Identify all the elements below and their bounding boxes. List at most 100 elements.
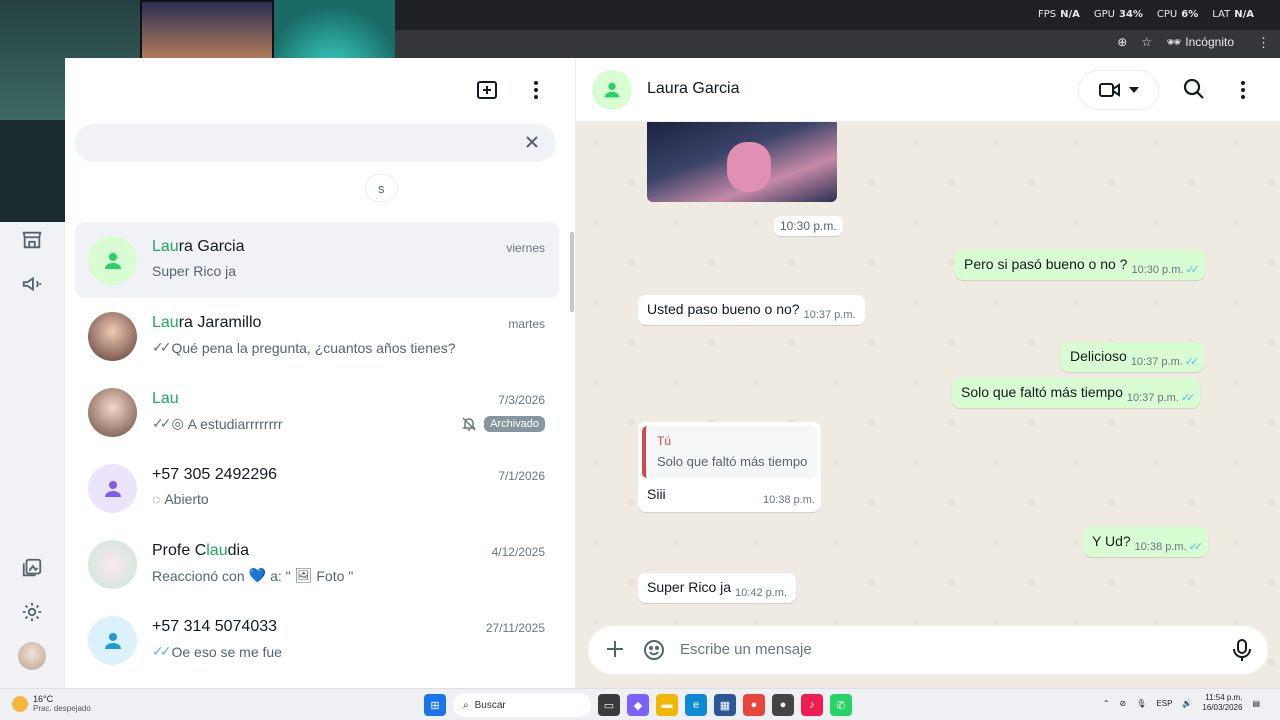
tiktok-icon[interactable]: ♪ bbox=[801, 694, 823, 716]
message-composer[interactable]: Escribe un mensaje bbox=[588, 626, 1268, 674]
person-icon bbox=[104, 632, 121, 649]
status-icon: ◎ bbox=[171, 415, 184, 431]
taskbar-search[interactable]: ⌕ Buscar bbox=[453, 693, 591, 717]
image-icon: 🖼 bbox=[294, 567, 313, 583]
video-camera-icon bbox=[1098, 83, 1120, 97]
profile-avatar[interactable] bbox=[18, 642, 46, 670]
browser-menu-icon[interactable]: ⋮ bbox=[1257, 35, 1270, 51]
bookmark-star-icon[interactable]: ☆ bbox=[1141, 35, 1152, 49]
notification-icon[interactable]: ▤ bbox=[1252, 699, 1260, 708]
chat-item-profe-claudia[interactable]: Profe Claudia 4/12/2025 Reaccionó con 💙 … bbox=[75, 526, 559, 602]
quoted-message[interactable]: Tú Solo que faltó más tiempo bbox=[642, 426, 817, 478]
conversation-header[interactable]: Laura Garcia bbox=[576, 58, 1280, 122]
chrome-icon[interactable]: ● bbox=[743, 694, 765, 716]
chat-item-phone-3145074033[interactable]: +57 314 5074033 27/11/2025 ✓✓ Oe eso se m… bbox=[75, 602, 559, 678]
message-time: 10:38 p.m. bbox=[763, 494, 815, 506]
filter-chip-label: s bbox=[378, 180, 385, 196]
avatar bbox=[88, 464, 137, 513]
task-view-icon[interactable]: ▭ bbox=[598, 694, 620, 716]
chevron-up-icon[interactable]: ⌃ bbox=[1103, 699, 1110, 708]
fps-value: N/A bbox=[1060, 9, 1080, 20]
edge-icon[interactable]: e bbox=[685, 694, 707, 716]
message-bubble[interactable]: Usted paso bueno o no? 10:37 p.m. bbox=[638, 295, 865, 325]
message-time: 10:30 p.m. bbox=[1131, 264, 1184, 276]
name-rest: ra Garcia bbox=[178, 238, 245, 255]
contact-avatar[interactable] bbox=[592, 70, 632, 110]
chat-list-scrollbar[interactable] bbox=[570, 232, 574, 312]
video-call-button[interactable] bbox=[1078, 70, 1159, 110]
microphone-icon[interactable] bbox=[1232, 638, 1252, 667]
message-bubble[interactable]: Delicioso 10:37 p.m. ✓✓ bbox=[1061, 342, 1205, 372]
volume-icon[interactable]: 🔊 bbox=[1182, 699, 1192, 708]
message-text: Super Rico ja bbox=[647, 579, 732, 595]
channels-store-icon[interactable] bbox=[20, 228, 44, 252]
message-bubble[interactable]: Pero si pasó bueno o no ? 10:30 p.m. ✓✓ bbox=[955, 250, 1205, 280]
message-bubble[interactable]: Y Ud? 10:38 p.m. ✓✓ bbox=[1083, 527, 1209, 557]
clock[interactable]: 11:54 p.m. 16/03/2026 bbox=[1202, 693, 1242, 713]
weather-widget[interactable]: 16°C Prac. despejado bbox=[12, 694, 91, 713]
chat-preview: Super Rico ja bbox=[152, 263, 236, 279]
chat-item-laura-garcia[interactable]: Laura Garcia viernes Super Rico ja bbox=[75, 222, 559, 298]
chat-preview: ✓✓ Qué pena la pregunta, ¿cuantos años ti… bbox=[152, 339, 456, 356]
megaphone-icon[interactable] bbox=[20, 272, 44, 296]
windows-start-icon[interactable]: ⊞ bbox=[424, 694, 446, 716]
store-icon[interactable]: ▦ bbox=[714, 694, 736, 716]
name-rest: ra Jaramillo bbox=[178, 314, 262, 331]
person-icon bbox=[104, 480, 121, 497]
filter-chip[interactable]: s bbox=[365, 174, 398, 202]
search-icon[interactable] bbox=[1183, 78, 1205, 105]
name-rest: +57 314 5074033 bbox=[152, 618, 278, 635]
message-time: 10:38 p.m. bbox=[1134, 541, 1187, 553]
message-text: Delicioso bbox=[1070, 348, 1127, 364]
muted-bell-icon bbox=[461, 416, 477, 437]
menu-dots-icon[interactable] bbox=[526, 78, 546, 107]
search-input[interactable] bbox=[75, 124, 556, 162]
chat-item-lau[interactable]: Lau 7/3/2026 ✓✓ ◎ A estudiarrrrrrrr Archiv… bbox=[75, 374, 559, 450]
sticker-emoji-icon[interactable] bbox=[642, 638, 666, 667]
archived-badge: Archivado bbox=[484, 416, 545, 432]
zoom-icon[interactable]: ⊕ bbox=[1117, 35, 1127, 49]
taskbar-apps: ⊞ ⌕ Buscar ▭ ◆ ▬ e ▦ ● ● ♪ ✆ bbox=[424, 693, 852, 717]
sunny-icon bbox=[12, 695, 28, 712]
message-time: 10:42 p.m. bbox=[735, 587, 788, 599]
message-text: Y Ud? bbox=[1092, 533, 1131, 549]
network-icon[interactable]: ⊘ bbox=[1120, 699, 1127, 708]
avatar bbox=[88, 236, 137, 285]
copilot-icon[interactable]: ◆ bbox=[627, 694, 649, 716]
file-explorer-icon[interactable]: ▬ bbox=[656, 694, 678, 716]
chat-preview: ✓✓ ◎ A estudiarrrrrrrr bbox=[152, 415, 283, 432]
message-input[interactable]: Escribe un mensaje bbox=[680, 641, 812, 658]
chat-name: Profe Claudia bbox=[152, 542, 249, 560]
chat-time: 27/11/2025 bbox=[485, 621, 545, 635]
incognito-indicator[interactable]: 🕶 Incógnito bbox=[1166, 35, 1234, 49]
media-gallery-icon[interactable] bbox=[20, 556, 44, 580]
whatsapp-icon[interactable]: ✆ bbox=[830, 694, 852, 716]
settings-gear-icon[interactable] bbox=[20, 600, 44, 624]
chevron-down-icon bbox=[1128, 87, 1139, 93]
microphone-tray-icon[interactable]: 🎙 bbox=[1136, 699, 1146, 708]
attach-plus-icon[interactable] bbox=[604, 638, 626, 665]
chrome-incognito-icon[interactable]: ● bbox=[772, 694, 794, 716]
chat-time: 4/12/2025 bbox=[491, 545, 545, 559]
preview-text-mid: a: " bbox=[270, 567, 291, 584]
menu-dots-icon[interactable] bbox=[1233, 78, 1253, 107]
reply-message[interactable]: Tú Solo que faltó más tiempo Siii 10:38 … bbox=[638, 422, 821, 512]
chat-time: viernes bbox=[506, 241, 545, 255]
close-icon[interactable] bbox=[524, 134, 540, 155]
language-indicator[interactable]: ESP bbox=[1156, 699, 1172, 708]
double-check-blue-icon: ✓✓ bbox=[152, 643, 172, 659]
preview-text: Oe eso se me fue bbox=[171, 643, 282, 660]
chat-name: Lau bbox=[152, 390, 179, 408]
contact-name[interactable]: Laura Garcia bbox=[647, 80, 740, 98]
message-bubble[interactable]: Super Rico ja 10:42 p.m. bbox=[638, 573, 797, 603]
loading-circle-icon: ◌ bbox=[152, 491, 161, 507]
message-bubble[interactable]: Solo que faltó más tiempo 10:37 p.m. ✓✓ bbox=[952, 378, 1201, 408]
double-check-blue-icon: ✓✓ bbox=[1184, 356, 1200, 368]
windows-taskbar: 16°C Prac. despejado ⊞ ⌕ Buscar ▭ ◆ ▬ e ▦… bbox=[0, 688, 1280, 720]
chat-time: martes bbox=[508, 317, 545, 331]
chat-item-laura-jaramillo[interactable]: Laura Jaramillo martes ✓✓ Qué pena la pre… bbox=[75, 298, 559, 374]
chat-item-phone-3052492296[interactable]: +57 305 2492296 7/1/2026 ◌ Abierto bbox=[75, 450, 559, 526]
image-message[interactable] bbox=[647, 122, 837, 202]
new-chat-icon[interactable] bbox=[475, 78, 499, 107]
message-text: Siii bbox=[647, 486, 666, 502]
